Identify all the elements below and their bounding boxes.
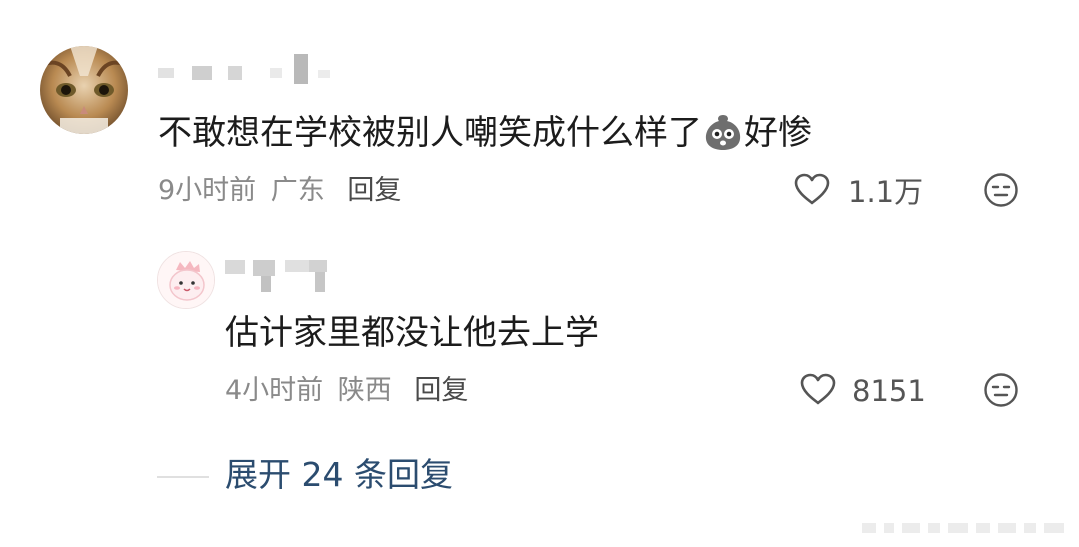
like-count: 8151 [852,374,926,408]
reply-time: 4小时前 [225,375,324,406]
comment-body-suffix: 好惨 [744,113,812,153]
dislike-button[interactable] [983,172,1019,208]
comment-time: 9小时前 [158,175,257,206]
neutral-face-icon [984,373,1018,407]
neutral-face-icon [984,173,1018,207]
expand-divider [157,476,209,478]
username-redacted [225,256,335,292]
heart-outline-icon [794,173,830,205]
comment-location: 广东 [270,175,325,206]
reply-location: 陕西 [337,375,392,406]
avatar-cartoon[interactable] [157,251,215,309]
reply-meta: 4小时前 陕西 回复 [225,375,468,407]
reply-button[interactable]: 回复 [347,175,401,206]
username-redacted [158,52,338,88]
watermark [862,520,1068,534]
reply-button[interactable]: 回复 [414,375,468,406]
like-button[interactable] [793,172,833,208]
dislike-button[interactable] [983,372,1019,408]
comment-meta: 9小时前 广东 回复 [158,175,401,207]
reply-text: 估计家里都没让他去上学 [225,313,599,353]
comment-text: 不敢想在学校被别人嘲笑成什么样了 好惨 [158,112,812,153]
comment-body: 不敢想在学校被别人嘲笑成什么样了 [158,113,702,153]
avatar-cat[interactable] [40,46,128,134]
like-count: 1.1万 [848,175,924,209]
expand-replies-button[interactable]: 展开 24 条回复 [225,455,453,495]
like-button[interactable] [799,372,839,408]
grimace-emoji-icon [703,112,743,152]
heart-outline-icon [800,373,836,405]
